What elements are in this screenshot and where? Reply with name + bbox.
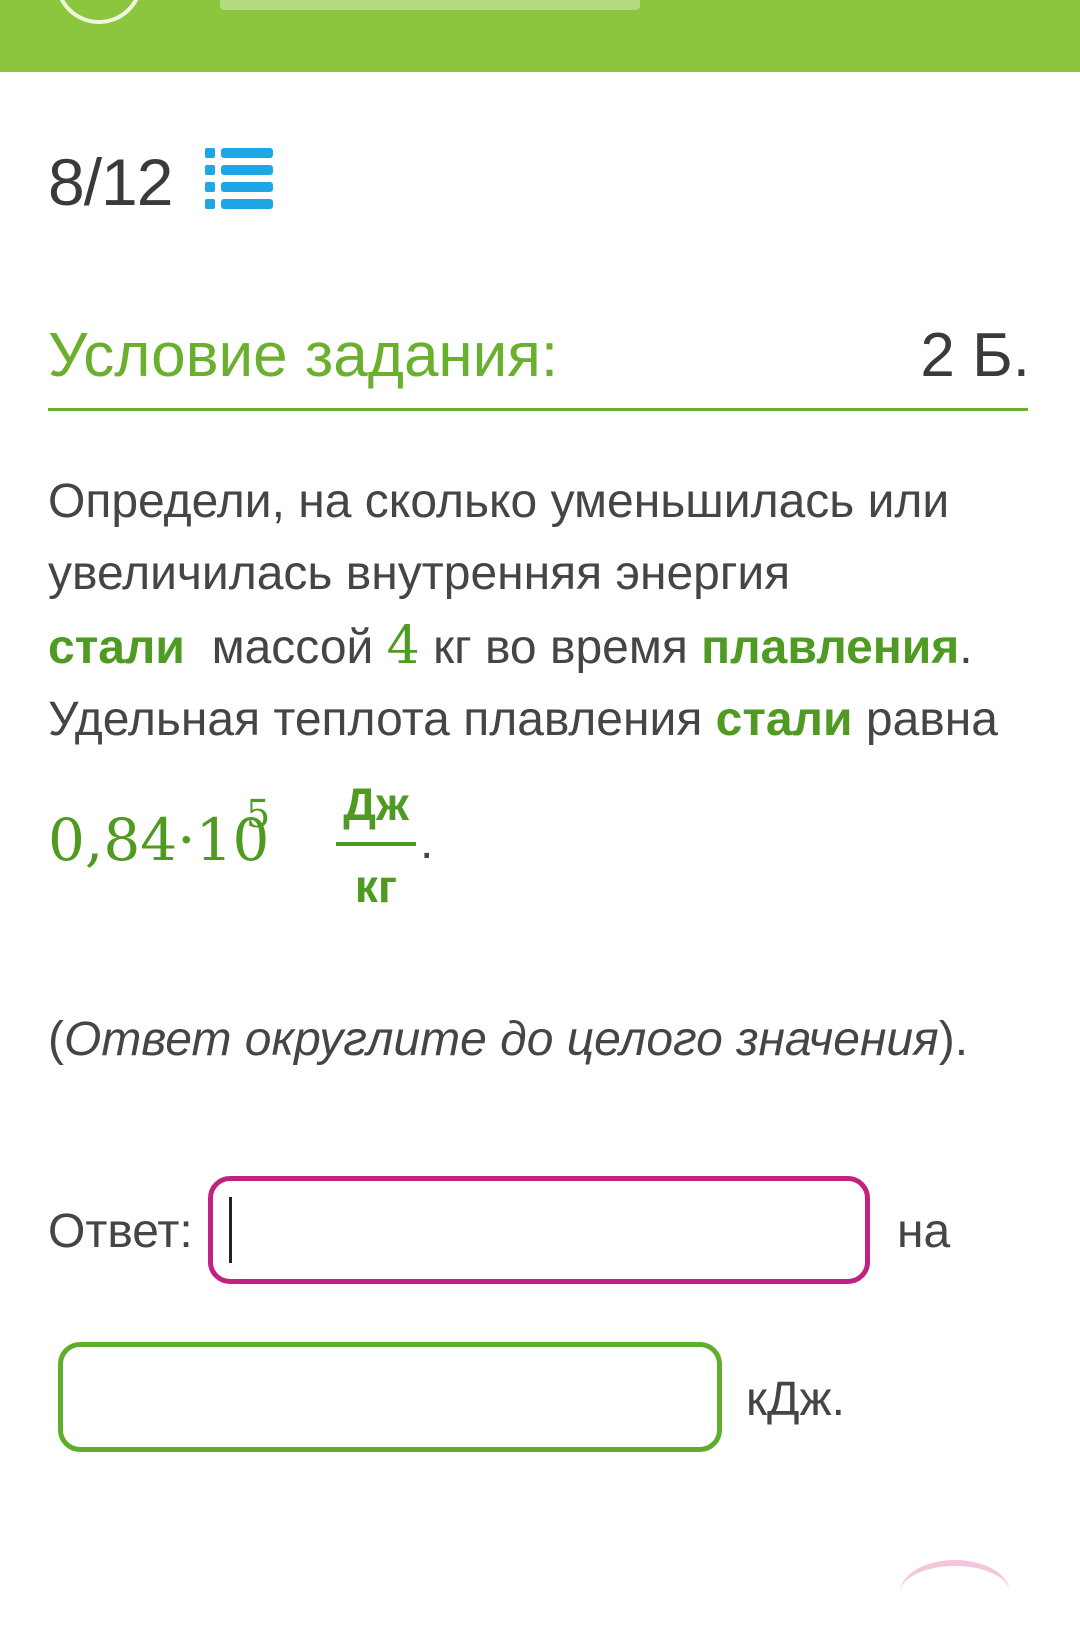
answer-label: Ответ: bbox=[48, 1205, 193, 1258]
task-line-2: увеличилась внутренняя энергия bbox=[48, 547, 791, 600]
formula-fraction-denominator: кг bbox=[354, 860, 398, 912]
line4-end: равна bbox=[865, 693, 998, 746]
formula-fraction-bar bbox=[336, 842, 416, 846]
formula-period: . bbox=[420, 816, 434, 869]
task-line-4: Удельная теплота плавления стали равна bbox=[48, 684, 1038, 756]
highlight-melting: плавления bbox=[701, 621, 960, 674]
top-bar-title-fragment bbox=[220, 0, 640, 10]
list-icon-graphic bbox=[205, 148, 273, 209]
bottom-corner-decoration bbox=[900, 1560, 1010, 1626]
answer-direction-input[interactable] bbox=[208, 1176, 870, 1284]
highlight-steel: стали bbox=[48, 621, 185, 674]
back-circle-icon[interactable] bbox=[55, 0, 143, 24]
section-title: Условие задания: bbox=[48, 321, 559, 390]
highlight-steel-2: стали bbox=[715, 693, 853, 746]
task-list-icon[interactable] bbox=[205, 148, 273, 210]
line4-start: Удельная теплота плавления bbox=[48, 693, 703, 746]
mass-unit-text: кг во время bbox=[433, 621, 688, 674]
task-points: 2 Б. bbox=[920, 321, 1030, 390]
note-text: Ответ округлите до целого значения bbox=[63, 1013, 939, 1066]
answer-unit-kj: кДж. bbox=[746, 1373, 845, 1426]
formula-exponent: 5 bbox=[246, 792, 271, 836]
answer-suffix-na: на bbox=[897, 1205, 951, 1258]
task-counter: 8/12 bbox=[48, 145, 173, 219]
task-line-1: Определи, на сколько уменьшилась или bbox=[48, 475, 950, 528]
line3-period: . bbox=[959, 621, 973, 674]
top-bar bbox=[0, 0, 1080, 72]
task-text: Определи, на сколько уменьшилась или уве… bbox=[48, 466, 1038, 756]
formula-fraction-numerator: Дж bbox=[343, 778, 409, 830]
section-divider bbox=[48, 408, 1028, 411]
note-open-paren: ( bbox=[48, 1013, 64, 1066]
word-mass: массой bbox=[211, 621, 374, 674]
answer-value-input[interactable] bbox=[58, 1342, 722, 1452]
mass-value: 4 bbox=[386, 616, 420, 676]
rounding-note: (Ответ округлите до целого значения). bbox=[48, 1004, 968, 1076]
formula-base: 0,84·10 bbox=[48, 806, 270, 874]
text-caret bbox=[229, 1197, 232, 1263]
heat-of-fusion-formula: 0,84·10 5 Дж кг . bbox=[48, 772, 748, 922]
task-line-3: стали массой 4 кг во время плавления. bbox=[48, 610, 1038, 684]
note-close-paren: ). bbox=[938, 1013, 969, 1066]
